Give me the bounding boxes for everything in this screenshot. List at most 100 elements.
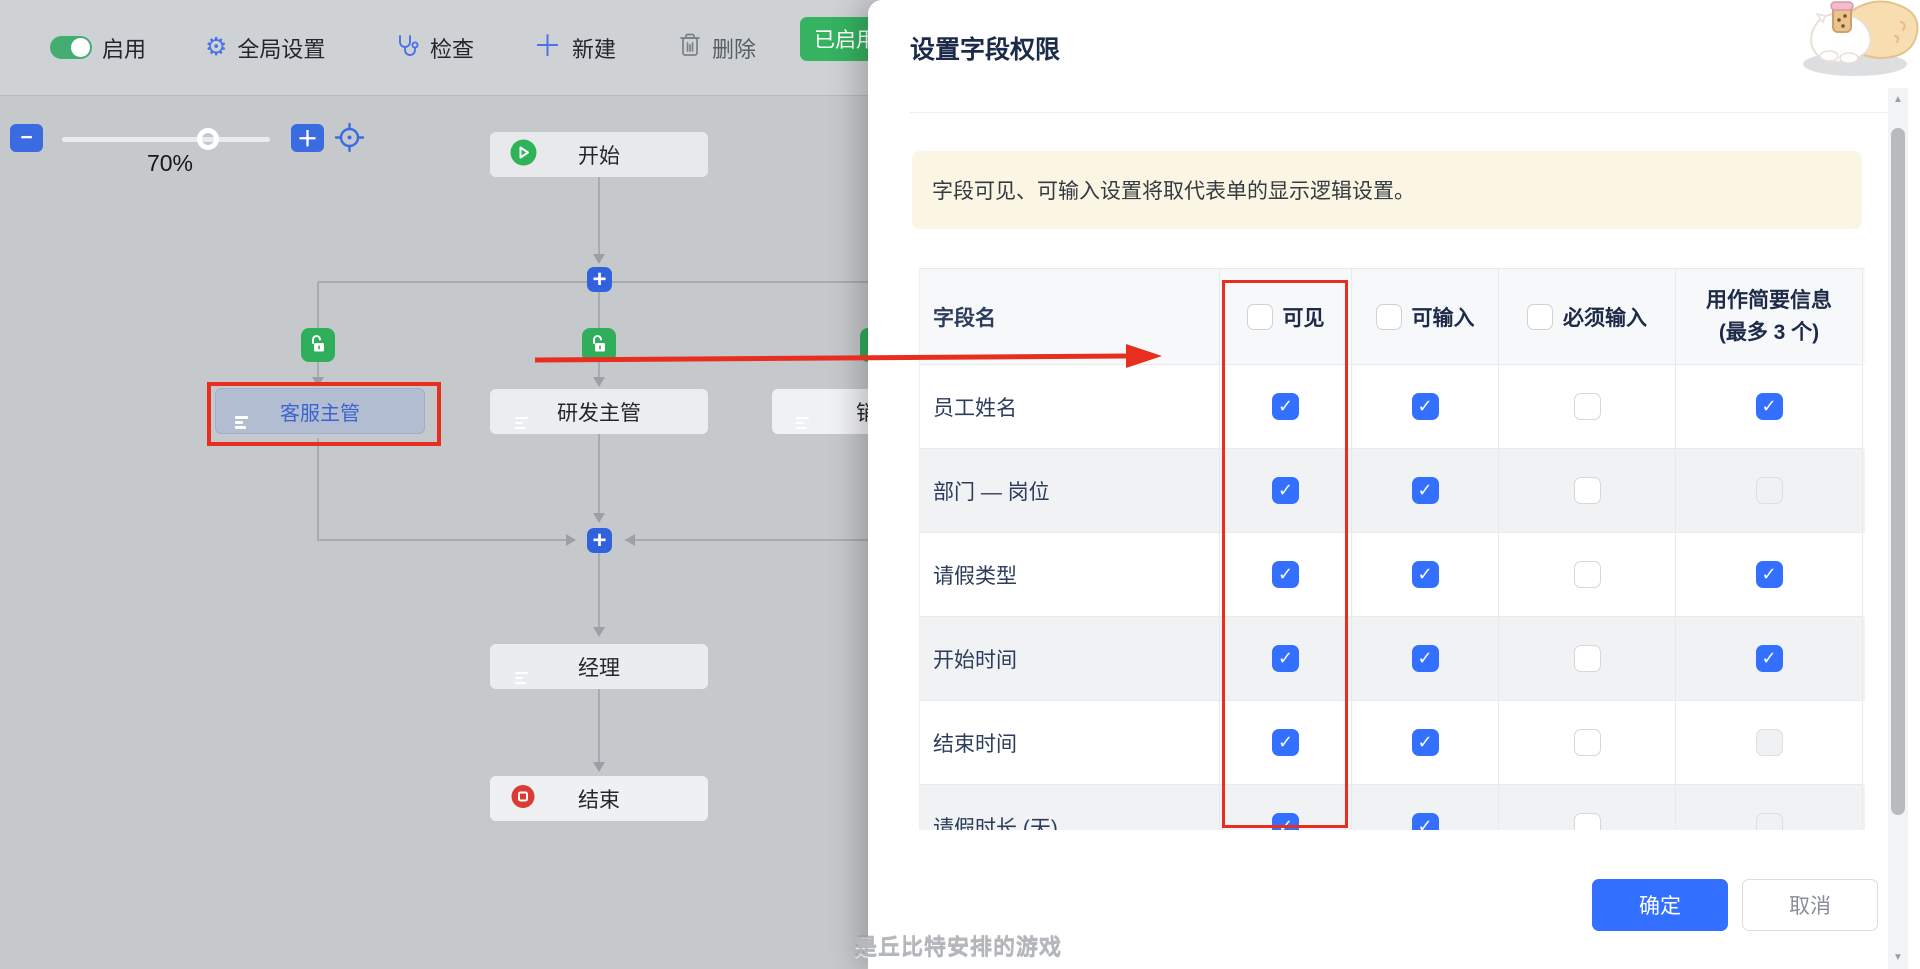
add-branch-button[interactable]: + [587, 267, 612, 292]
checkbox-cell [1352, 785, 1499, 830]
checkbox-editable[interactable] [1412, 645, 1439, 672]
zoom-level: 70% [110, 150, 230, 177]
inspect-button[interactable]: 检查 [393, 0, 474, 95]
field-name: 请假时长 (天) [920, 785, 1220, 830]
zoom-slider-track[interactable] [62, 137, 270, 142]
table-row: 请假类型 [920, 533, 1865, 617]
header-brief: 用作简要信息 (最多 3 个) [1676, 269, 1863, 365]
flow-arrowhead [593, 762, 605, 772]
node-label: 经理 [578, 652, 620, 682]
flow-edge [625, 539, 868, 541]
field-permission-table: 字段名 可见 可输入 必须输入 用作简要信息 (最多 3 个) 员工姓名部门 —… [919, 268, 1865, 830]
checkbox-cell [1676, 533, 1863, 617]
header-required-label: 必须输入 [1563, 302, 1647, 332]
header-checkbox-required[interactable] [1527, 304, 1553, 330]
plus-icon: ＋ [533, 33, 562, 62]
dialog-title: 设置字段权限 [910, 30, 1060, 66]
checkbox-brief [1756, 813, 1783, 830]
global-settings-button[interactable]: ⚙ 全局设置 [205, 0, 325, 95]
table-row: 员工姓名 [920, 365, 1865, 449]
annotation-node-highlight [207, 382, 441, 446]
flow-arrowhead [593, 513, 605, 523]
node-start[interactable]: 开始 [490, 132, 708, 177]
field-name: 开始时间 [920, 617, 1220, 701]
flow-edge [317, 438, 319, 541]
divider [910, 112, 1896, 113]
cat-sticker [1783, 0, 1920, 85]
checkbox-cell [1352, 701, 1499, 785]
new-label: 新建 [572, 32, 616, 64]
header-editable-label: 可输入 [1412, 302, 1475, 332]
checkbox-cell [1499, 701, 1676, 785]
node-end[interactable]: 结束 [490, 776, 708, 821]
checkbox-cell [1352, 533, 1499, 617]
gear-icon: ⚙ [205, 35, 227, 60]
flow-arrowhead [593, 627, 605, 637]
delete-button[interactable]: 删除 [678, 0, 756, 95]
inspect-label: 检查 [430, 32, 474, 64]
header-required: 必须输入 [1499, 269, 1676, 365]
scrollbar-thumb[interactable] [1891, 128, 1905, 815]
flow-edge [598, 292, 600, 330]
flow-edge [598, 177, 600, 258]
checkbox-required[interactable] [1574, 729, 1601, 756]
add-branch-button[interactable]: + [587, 528, 612, 553]
field-name: 请假类型 [920, 533, 1220, 617]
checkbox-cell [1499, 365, 1676, 449]
checkbox-editable[interactable] [1412, 729, 1439, 756]
table-header-row: 字段名 可见 可输入 必须输入 用作简要信息 (最多 3 个) [920, 269, 1865, 365]
toggle-knob [71, 38, 90, 57]
zoom-slider-thumb[interactable] [197, 128, 219, 150]
checkbox-required[interactable] [1574, 561, 1601, 588]
checkbox-cell [1676, 449, 1863, 533]
fit-view-icon[interactable] [334, 122, 365, 158]
flow-edge [598, 689, 600, 765]
flow-arrowhead [593, 377, 605, 387]
scroll-down-icon[interactable]: ▼ [1888, 952, 1908, 963]
checkbox-brief[interactable] [1756, 561, 1783, 588]
node-manager[interactable]: 经理 [490, 644, 708, 689]
enable-label: 启用 [102, 32, 146, 64]
header-field-name: 字段名 [920, 269, 1220, 365]
trash-icon [678, 32, 702, 63]
stethoscope-icon [393, 32, 420, 64]
header-checkbox-editable[interactable] [1376, 304, 1402, 330]
node-label: 研发主管 [557, 397, 641, 427]
zoom-in-button[interactable]: ＋ [291, 124, 324, 152]
checkbox-brief [1756, 729, 1783, 756]
checkbox-editable[interactable] [1412, 393, 1439, 420]
checkbox-required[interactable] [1574, 813, 1601, 830]
node-rnd-supervisor[interactable]: 研发主管 [490, 389, 708, 434]
unlock-icon[interactable] [582, 328, 616, 362]
checkbox-brief[interactable] [1756, 393, 1783, 420]
enable-toggle-group[interactable]: 启用 [50, 0, 146, 95]
checkbox-editable[interactable] [1412, 561, 1439, 588]
checkbox-cell [1499, 617, 1676, 701]
scrollbar[interactable]: ▲ ▼ [1888, 88, 1908, 969]
checkbox-cell [1499, 785, 1676, 830]
checkbox-editable[interactable] [1412, 477, 1439, 504]
cancel-button[interactable]: 取消 [1742, 879, 1878, 931]
zoom-out-button[interactable]: − [10, 124, 43, 152]
checkbox-required[interactable] [1574, 645, 1601, 672]
checkbox-brief[interactable] [1756, 645, 1783, 672]
node-end-label: 结束 [578, 784, 620, 814]
checkbox-editable[interactable] [1412, 813, 1439, 830]
flow-edge [598, 434, 600, 516]
field-permission-dialog: 设置字段权限 字段可见、可输入设置将取代表单的显示逻辑设置。 字段名 可见 可输… [868, 0, 1920, 969]
enable-toggle[interactable] [50, 36, 92, 59]
unlock-icon[interactable] [301, 328, 335, 362]
checkbox-cell [1352, 365, 1499, 449]
header-editable: 可输入 [1352, 269, 1499, 365]
stop-icon [511, 784, 535, 813]
global-settings-label: 全局设置 [237, 32, 325, 64]
delete-label: 删除 [712, 32, 756, 64]
watermark-text: 是丘比特安排的游戏 [855, 930, 1062, 962]
notice-banner: 字段可见、可输入设置将取代表单的显示逻辑设置。 [912, 151, 1862, 229]
scroll-up-icon[interactable]: ▲ [1888, 94, 1908, 105]
checkbox-required[interactable] [1574, 477, 1601, 504]
confirm-button[interactable]: 确定 [1592, 879, 1728, 931]
new-button[interactable]: ＋ 新建 [533, 0, 616, 95]
checkbox-required[interactable] [1574, 393, 1601, 420]
flow-arrowhead [566, 534, 576, 546]
